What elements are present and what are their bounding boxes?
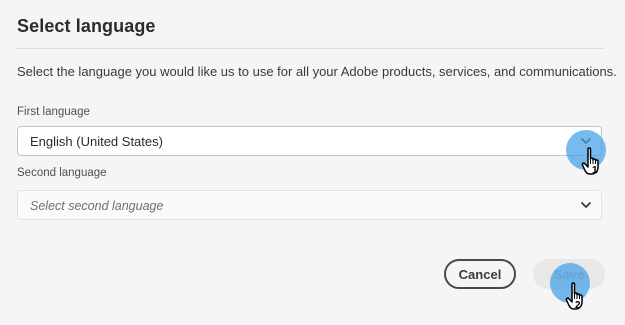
second-language-label: Second language [17,167,107,179]
first-language-select[interactable]: English (United States) [17,126,602,156]
second-language-select[interactable]: Select second language [17,190,602,220]
title-divider [17,48,604,49]
select-language-dialog: Select language Select the language you … [0,0,625,325]
second-language-placeholder: Select second language [30,199,164,213]
step-2-number: 2 [575,300,581,311]
dialog-title: Select language [17,16,156,36]
chevron-down-icon[interactable] [579,198,593,212]
step-1-number: 1 [592,165,598,176]
first-language-label: First language [17,106,90,118]
cancel-button[interactable]: Cancel [444,259,516,289]
dialog-description: Select the language you would like us to… [17,64,617,79]
first-language-value: English (United States) [30,134,163,149]
